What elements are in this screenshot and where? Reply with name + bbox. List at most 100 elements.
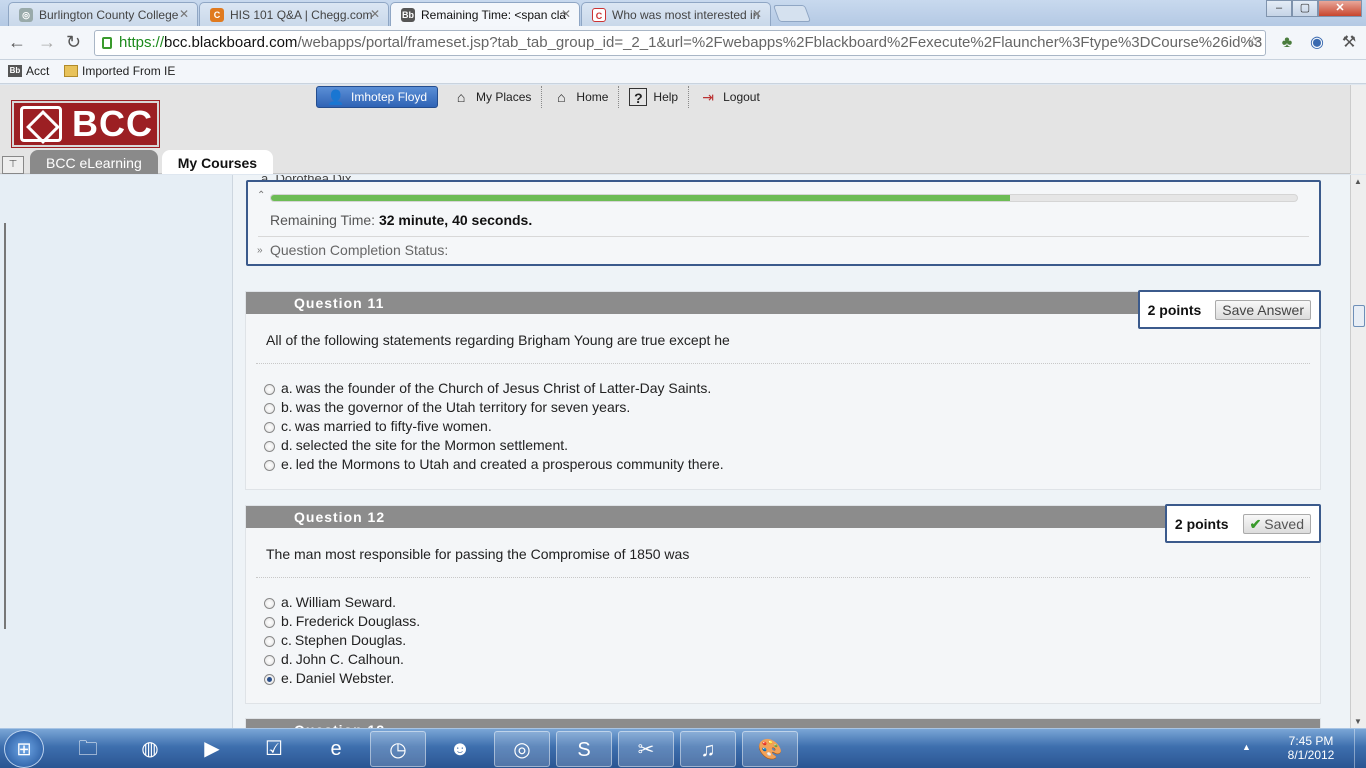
points-box: 2 points Save Answer: [1137, 290, 1321, 329]
radio-button[interactable]: [264, 422, 275, 433]
minimize-button[interactable]: –: [1266, 0, 1292, 17]
answer-option[interactable]: a. was the founder of the Church of Jesus…: [264, 378, 1320, 397]
radio-button[interactable]: [264, 617, 275, 628]
close-tab-icon[interactable]: ✕: [179, 7, 189, 21]
new-tab-button[interactable]: [772, 5, 812, 22]
media-player-icon[interactable]: ▶: [184, 731, 240, 767]
saved-button[interactable]: ✔ Saved: [1242, 513, 1311, 534]
extension-eye-icon[interactable]: ◉: [1308, 34, 1326, 52]
panel-divider[interactable]: [4, 223, 6, 629]
radio-button[interactable]: [264, 598, 275, 609]
radio-button[interactable]: [264, 403, 275, 414]
radio-button[interactable]: [264, 655, 275, 666]
back-arrow-icon[interactable]: ←: [8, 32, 26, 53]
bookmark-acct[interactable]: Bb Acct: [8, 64, 49, 78]
itunes-icon[interactable]: ♫: [680, 731, 736, 767]
logout-icon: ⇥: [702, 89, 714, 105]
home-link[interactable]: ⌂ Home: [542, 86, 620, 108]
my-places-label: My Places: [476, 90, 532, 104]
collapse-chevron-icon[interactable]: ⌃: [257, 190, 265, 201]
forward-arrow-icon[interactable]: →: [38, 32, 56, 53]
address-bar[interactable]: https://bcc.blackboard.com/webapps/porta…: [94, 30, 1266, 56]
timer-divider: [258, 236, 1309, 237]
browser-tab-title: Burlington County College: [39, 8, 179, 22]
close-tab-icon[interactable]: ✕: [752, 7, 762, 21]
answer-option[interactable]: b. Frederick Douglass.: [264, 611, 1320, 630]
bcc-logo[interactable]: BCC: [11, 100, 160, 148]
answer-option[interactable]: c. was married to fifty-five women.: [264, 416, 1320, 435]
reload-icon[interactable]: ↻: [66, 32, 81, 53]
window-controls: – ▢ ✕: [1266, 0, 1362, 18]
system-tray-clock[interactable]: ▲ 7:45 PM 8/1/2012: [1242, 729, 1366, 768]
close-window-button[interactable]: ✕: [1318, 0, 1362, 17]
radio-button[interactable]: [264, 441, 275, 452]
chrome-icon[interactable]: ◎: [494, 731, 550, 767]
user-menu[interactable]: 👤 Imhotep Floyd: [316, 86, 439, 108]
maximize-button[interactable]: ▢: [1292, 0, 1318, 17]
answer-option[interactable]: c. Stephen Douglas.: [264, 630, 1320, 649]
question-completion-status[interactable]: Question Completion Status:: [270, 242, 448, 258]
my-places-link[interactable]: ⌂ My Places: [442, 86, 543, 108]
answer-letter: d.: [281, 650, 293, 667]
answer-option[interactable]: b. was the governor of the Utah territory…: [264, 397, 1320, 416]
browser-tab-question[interactable]: C Who was most interested in ✕: [581, 2, 771, 26]
answer-option[interactable]: d. John C. Calhoun.: [264, 649, 1320, 668]
test-content: a. Dorothea Dix ⌃ Remaining Time: 32 min…: [233, 175, 1350, 728]
logout-link[interactable]: ⇥ Logout: [689, 86, 770, 108]
help-icon: ?: [629, 88, 648, 106]
game-app-icon[interactable]: ☻: [432, 731, 488, 767]
wrench-icon[interactable]: ⚒: [1340, 34, 1358, 52]
question-points: 2 points: [1147, 301, 1202, 318]
browser-tab-chegg[interactable]: C HIS 101 Q&A | Chegg.com ✕: [199, 2, 389, 26]
question-12: Question 12 2 points ✔ Saved The man most…: [245, 504, 1321, 704]
question-title: Question 12: [246, 506, 1320, 528]
answer-option[interactable]: a. William Seward.: [264, 592, 1320, 611]
internet-explorer-icon[interactable]: e: [308, 731, 364, 767]
answer-text: led the Mormons to Utah and created a pr…: [295, 455, 724, 472]
paint-icon[interactable]: 🎨: [742, 731, 798, 767]
answer-option[interactable]: d. selected the site for the Mormon settl…: [264, 435, 1320, 454]
bookmark-imported-from-ie[interactable]: Imported From IE: [64, 64, 175, 78]
skype-icon[interactable]: S: [556, 731, 612, 767]
radio-button[interactable]: [264, 460, 275, 471]
answer-letter: a.: [281, 593, 293, 610]
collapse-menu-icon[interactable]: ⊤: [2, 156, 24, 174]
radio-button-selected[interactable]: [264, 674, 275, 685]
tab-bcc-elearning[interactable]: BCC eLearning: [30, 150, 158, 174]
save-answer-button[interactable]: Save Answer: [1215, 299, 1311, 320]
firefox-icon[interactable]: ◍: [122, 731, 178, 767]
browser-tab-bcc[interactable]: ◎ Burlington County College ✕: [8, 2, 198, 26]
browser-toolbar: ← → ↻ https://bcc.blackboard.com/webapps…: [0, 26, 1366, 60]
todo-app-icon[interactable]: ☑: [246, 731, 302, 767]
show-desktop-button[interactable]: [1354, 729, 1366, 768]
browser-tab-blackboard[interactable]: Bb Remaining Time: <span cla ✕: [390, 2, 580, 26]
tray-arrow-icon[interactable]: ▲: [1242, 742, 1251, 752]
close-tab-icon[interactable]: ✕: [561, 7, 571, 21]
help-label: Help: [653, 90, 679, 104]
scrollbar-thumb[interactable]: [1353, 305, 1365, 327]
answer-option[interactable]: e. Daniel Webster.: [264, 668, 1320, 687]
points-box: 2 points ✔ Saved: [1164, 504, 1321, 543]
file-explorer-icon[interactable]: 🗀: [60, 731, 116, 767]
time-progress-bar: [270, 194, 1298, 202]
answer-option[interactable]: e. led the Mormons to Utah and created a …: [264, 454, 1320, 473]
radio-button[interactable]: [264, 384, 275, 395]
answer-text: William Seward.: [295, 593, 397, 610]
snipping-tool-icon[interactable]: ✂: [618, 731, 674, 767]
scroll-down-icon[interactable]: ▼: [1354, 717, 1362, 726]
help-link[interactable]: ? Help: [619, 86, 690, 108]
extension-icon[interactable]: ♣: [1278, 34, 1296, 52]
url-scheme: https://: [119, 34, 165, 51]
content-scrollbar[interactable]: ▲ ▼: [1350, 175, 1366, 728]
clock-app-icon[interactable]: ◷: [370, 731, 426, 767]
close-tab-icon[interactable]: ✕: [370, 7, 380, 21]
header-scrollbar[interactable]: [1350, 85, 1366, 174]
expand-chevron-icon[interactable]: »: [257, 245, 263, 256]
scroll-up-icon[interactable]: ▲: [1354, 177, 1362, 186]
answer-letter: e.: [281, 455, 293, 472]
tab-my-courses[interactable]: My Courses: [161, 150, 274, 174]
radio-button[interactable]: [264, 636, 275, 647]
bookmark-star-icon[interactable]: ☆: [1247, 31, 1261, 55]
remaining-time-label: Remaining Time:: [270, 212, 376, 228]
start-orb[interactable]: ⊞: [4, 730, 44, 768]
